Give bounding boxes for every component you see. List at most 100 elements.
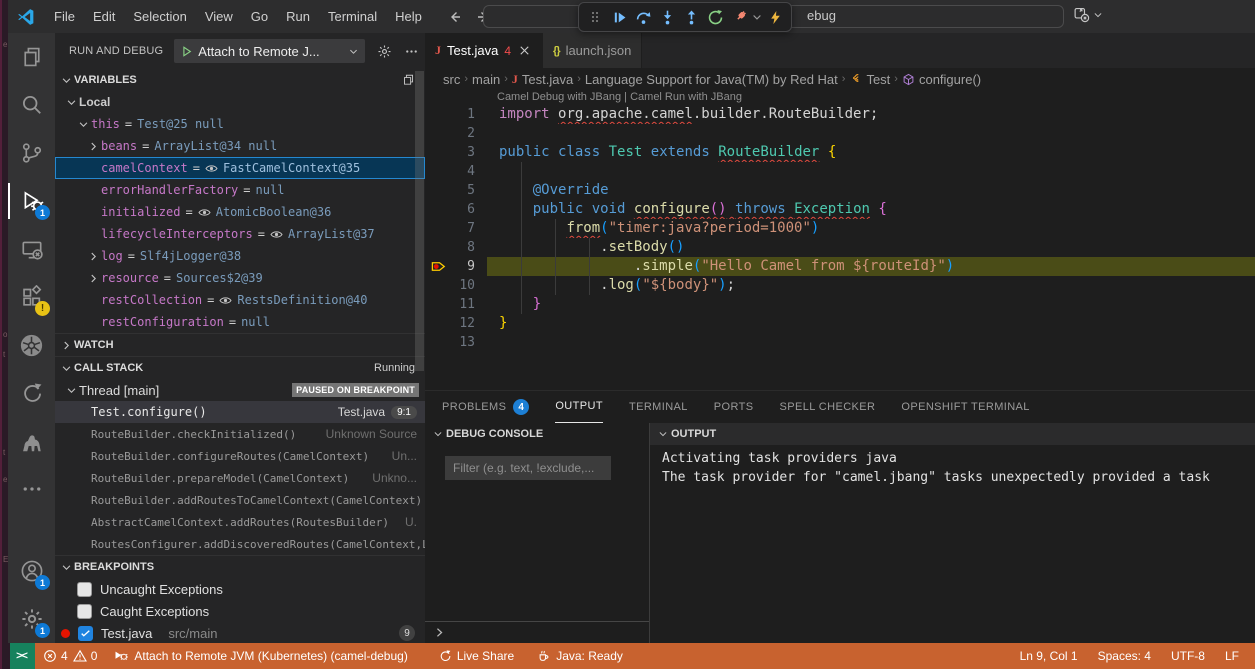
breadcrumb-item[interactable]: main <box>472 72 500 87</box>
gutter[interactable] <box>425 200 453 219</box>
gutter[interactable] <box>425 333 453 352</box>
code-line-13[interactable]: 13 <box>425 333 1255 352</box>
chevron-expanded-icon[interactable] <box>58 75 74 86</box>
variable-lifecycleInterceptors[interactable]: lifecycleInterceptors= ArrayList@37 <box>55 223 425 245</box>
activity-settings[interactable]: 1 <box>8 595 55 643</box>
line-number[interactable]: 10 <box>453 276 475 295</box>
line-number[interactable]: 3 <box>453 143 475 162</box>
chevron-expanded-icon[interactable] <box>75 119 91 130</box>
debug-console-filter-input[interactable] <box>445 456 611 480</box>
line-number[interactable]: 9 <box>453 257 475 276</box>
breakpoint-item[interactable]: Uncaught Exceptions <box>55 578 425 600</box>
live-share-status[interactable]: Live Share <box>430 643 522 669</box>
stack-frame[interactable]: RouteBuilder.addRoutesToCamelContext(Cam… <box>55 489 425 511</box>
manage-remote-button[interactable] <box>1073 6 1103 23</box>
line-number[interactable]: 4 <box>453 162 475 181</box>
codelens[interactable]: Camel Debug with JBang | Camel Run with … <box>425 90 1255 105</box>
launch-config-dropdown[interactable]: Attach to Remote J... <box>174 39 365 63</box>
variable-initialized[interactable]: initialized= AtomicBoolean@36 <box>55 201 425 223</box>
panel-tab-problems[interactable]: PROBLEMS4 <box>442 391 529 423</box>
stack-frame[interactable]: RouteBuilder.checkInitialized()Unknown S… <box>55 423 425 445</box>
activity-camel[interactable] <box>8 417 55 465</box>
chevron-expanded-icon[interactable] <box>58 363 74 374</box>
chevron-collapsed-icon[interactable] <box>85 273 101 284</box>
line-number[interactable]: 5 <box>453 181 475 200</box>
variable-restConfiguration[interactable]: restConfiguration= null <box>55 311 425 333</box>
views-more-actions-icon[interactable] <box>404 44 419 59</box>
code-line-10[interactable]: 10 .log("${body}"); <box>425 276 1255 295</box>
output-log[interactable]: Activating task providers java The task … <box>650 445 1255 487</box>
line-number[interactable]: 7 <box>453 219 475 238</box>
activity-source-control[interactable] <box>8 129 55 177</box>
scope-local[interactable]: Local <box>55 91 425 113</box>
variable-this[interactable]: this=Test@25 null <box>55 113 425 135</box>
activity-search[interactable] <box>8 81 55 129</box>
code-line-1[interactable]: 1 import org.apache.camel.builder.RouteB… <box>425 105 1255 124</box>
indentation-status[interactable]: Spaces: 4 <box>1088 643 1161 669</box>
debug-settings-gear-icon[interactable] <box>377 44 392 59</box>
checkbox[interactable] <box>77 582 92 597</box>
code-editor[interactable]: 1 import org.apache.camel.builder.RouteB… <box>425 105 1255 352</box>
code-line-9[interactable]: 9 .simple("Hello Camel from ${routeId}") <box>425 257 1255 276</box>
variable-resource[interactable]: resource= Sources$2@39 <box>55 267 425 289</box>
line-number[interactable]: 13 <box>453 333 475 352</box>
bolt-button[interactable] <box>763 5 787 29</box>
chevron-collapsed-icon[interactable] <box>85 251 101 262</box>
restart-button[interactable] <box>703 5 727 29</box>
activity-run-and-debug[interactable]: 1 <box>8 177 55 225</box>
breadcrumb-item[interactable]: configure() <box>902 72 981 87</box>
chevron-down-small-button[interactable] <box>751 5 763 29</box>
cursor-position-status[interactable]: Ln 9, Col 1 <box>1010 643 1088 669</box>
menu-file[interactable]: File <box>45 0 84 33</box>
menu-run[interactable]: Run <box>277 0 319 33</box>
breadcrumb-item[interactable]: Test <box>849 72 890 87</box>
go-back-icon[interactable] <box>447 9 463 25</box>
activity-kubernetes[interactable] <box>8 321 55 369</box>
line-number[interactable]: 11 <box>453 295 475 314</box>
checkbox[interactable] <box>78 626 93 641</box>
gutter[interactable] <box>425 314 453 333</box>
activity-more[interactable] <box>8 465 55 513</box>
activity-extensions[interactable]: ! <box>8 273 55 321</box>
eye-icon[interactable] <box>219 294 232 307</box>
step-over-button[interactable] <box>631 5 655 29</box>
checkbox[interactable] <box>77 604 92 619</box>
activity-accounts[interactable]: 1 <box>8 547 55 595</box>
activity-live-share[interactable] <box>8 369 55 417</box>
panel-tab-ports[interactable]: PORTS <box>714 391 754 423</box>
activity-remote-explorer[interactable] <box>8 225 55 273</box>
breadcrumb-item[interactable]: src <box>443 72 460 87</box>
code-line-2[interactable]: 2 <box>425 124 1255 143</box>
code-line-6[interactable]: 6 public void configure() throws Excepti… <box>425 200 1255 219</box>
code-line-11[interactable]: 11 } <box>425 295 1255 314</box>
panel-tab-terminal[interactable]: TERMINAL <box>629 391 688 423</box>
line-number[interactable]: 2 <box>453 124 475 143</box>
code-line-8[interactable]: 8 .setBody() <box>425 238 1255 257</box>
stack-frame[interactable]: AbstractCamelContext.addRoutes(RoutesBui… <box>55 511 425 533</box>
watch-section-header[interactable]: WATCH <box>55 333 425 356</box>
eye-icon[interactable] <box>205 162 218 175</box>
chevron-expanded-icon[interactable] <box>63 385 79 396</box>
variable-restCollection[interactable]: restCollection= RestsDefinition@40 <box>55 289 425 311</box>
chevron-collapsed-icon[interactable] <box>85 141 101 152</box>
menu-go[interactable]: Go <box>242 0 277 33</box>
debug-session-status[interactable]: Attach to Remote JVM (Kubernetes) (camel… <box>105 643 415 669</box>
panel-tab-spell-checker[interactable]: SPELL CHECKER <box>780 391 876 423</box>
debug-current-step-gutter[interactable] <box>425 257 453 276</box>
step-into-button[interactable] <box>655 5 679 29</box>
gutter[interactable] <box>425 238 453 257</box>
breakpoint-item[interactable]: Caught Exceptions <box>55 600 425 622</box>
eye-icon[interactable] <box>270 228 283 241</box>
output-header[interactable]: OUTPUT <box>650 423 1255 445</box>
step-out-button[interactable] <box>679 5 703 29</box>
line-number[interactable]: 12 <box>453 314 475 333</box>
panel-tab-output[interactable]: OUTPUT <box>555 391 603 423</box>
continue-button[interactable] <box>607 5 631 29</box>
variable-errorHandlerFactory[interactable]: errorHandlerFactory= null <box>55 179 425 201</box>
menu-view[interactable]: View <box>196 0 242 33</box>
activity-explorer[interactable] <box>8 33 55 81</box>
gutter[interactable] <box>425 124 453 143</box>
line-number[interactable]: 6 <box>453 200 475 219</box>
code-line-7[interactable]: 7 from("timer:java?period=1000") <box>425 219 1255 238</box>
variable-log[interactable]: log= Slf4jLogger@38 <box>55 245 425 267</box>
